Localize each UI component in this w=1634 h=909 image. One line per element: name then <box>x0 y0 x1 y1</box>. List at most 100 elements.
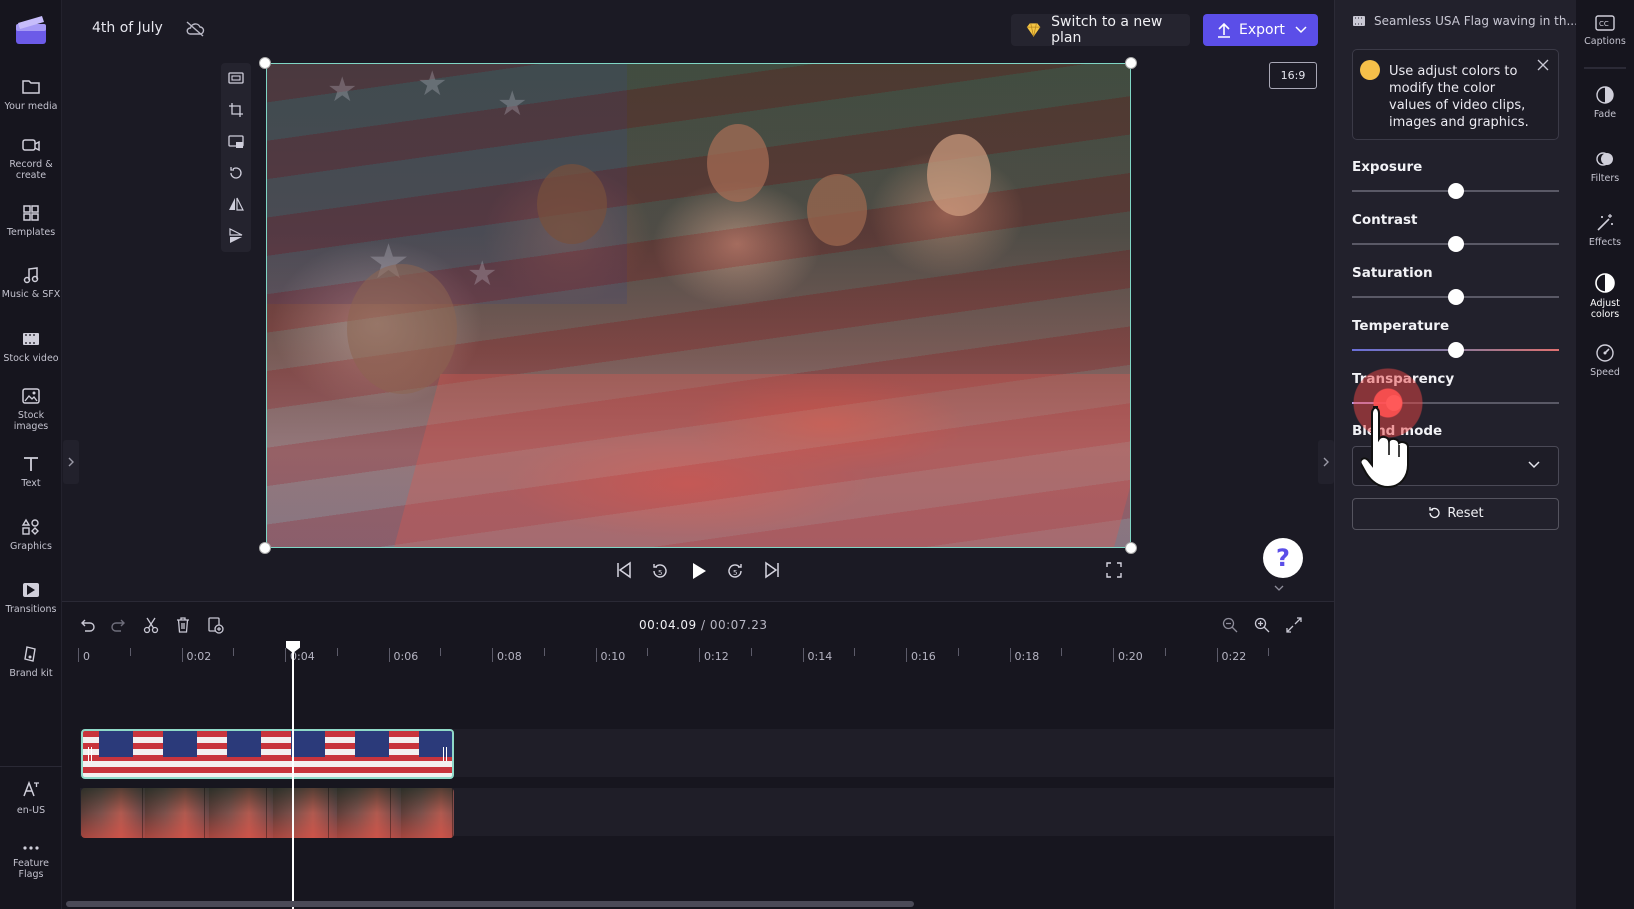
resize-handle-bottom-left[interactable] <box>259 542 271 554</box>
current-time: 00:04.09 <box>639 618 697 632</box>
skip-forward-icon[interactable] <box>763 561 781 579</box>
undo-icon[interactable] <box>78 616 96 634</box>
resize-handle-top-left[interactable] <box>259 57 271 69</box>
nav-language[interactable]: en-US <box>0 780 62 816</box>
aspect-ratio-button[interactable]: 16:9 <box>1269 62 1317 89</box>
play-icon[interactable] <box>689 561 709 581</box>
reset-button[interactable]: Reset <box>1352 498 1559 530</box>
clipchamp-editor: Your media Record & create Templates Mus… <box>0 0 1634 909</box>
timeline-scrollbar[interactable] <box>66 901 914 907</box>
film-icon <box>23 333 39 345</box>
rail-filters[interactable]: Filters <box>1576 149 1634 184</box>
rail-effects[interactable]: Effects <box>1576 213 1634 248</box>
timeline-ruler[interactable]: 0 0:02 0:04 0:06 0:08 0:10 0:12 0:14 0:16 0:18 0:2… <box>78 648 1334 668</box>
close-icon[interactable] <box>1537 59 1549 71</box>
nav-templates[interactable]: Templates <box>0 204 62 238</box>
resize-handle-top-right[interactable] <box>1125 57 1137 69</box>
fit-timeline-icon[interactable] <box>1285 616 1303 634</box>
slider-knob[interactable] <box>1447 183 1464 199</box>
cloud-offline-icon[interactable] <box>185 21 205 37</box>
clip-trim-handle-left[interactable] <box>88 747 92 761</box>
nav-brand-kit[interactable]: Brand kit <box>0 645 62 679</box>
video-preview[interactable]: ★ ★ ★ ★ ★ <box>266 63 1131 548</box>
folder-icon <box>22 80 40 94</box>
ruler-label: 0:20 <box>1118 650 1143 663</box>
nav-transitions[interactable]: Transitions <box>0 581 62 615</box>
chevron-down-icon[interactable] <box>1273 584 1285 592</box>
nav-graphics[interactable]: Graphics <box>0 518 62 552</box>
ruler-label: 0:14 <box>807 650 833 663</box>
nav-music-sfx[interactable]: Music & SFX <box>0 266 62 300</box>
resize-handle-bottom-right[interactable] <box>1125 542 1137 554</box>
zoom-out-icon[interactable] <box>1221 616 1239 634</box>
right-collapse-toggle[interactable] <box>1318 440 1334 484</box>
nav-text[interactable]: Text <box>0 455 62 489</box>
forward-5-icon[interactable]: 5 <box>725 561 745 581</box>
saturation-slider[interactable] <box>1352 289 1559 305</box>
flag-star: ★ <box>417 64 448 104</box>
rotate-icon[interactable] <box>228 165 244 181</box>
left-nav: Your media Record & create Templates Mus… <box>0 0 62 909</box>
rail-adjust-colors[interactable]: Adjust colors <box>1576 272 1634 320</box>
clip-name-header: Seamless USA Flag waving in th... <box>1352 14 1578 28</box>
ruler-minor-tick <box>1164 648 1166 656</box>
add-to-timeline-icon[interactable] <box>206 616 224 634</box>
slider-knob[interactable] <box>1447 342 1464 358</box>
rail-speed[interactable]: Speed <box>1576 343 1634 378</box>
exposure-slider[interactable] <box>1352 183 1559 199</box>
chevron-down-icon <box>1295 26 1307 34</box>
ruler-tick <box>699 648 700 662</box>
nav-feature-flags[interactable]: Feature Flags <box>0 843 62 880</box>
rail-fade[interactable]: Fade <box>1576 85 1634 120</box>
fullscreen-icon[interactable] <box>1105 561 1123 579</box>
export-button[interactable]: Export <box>1203 14 1318 46</box>
nav-record-create[interactable]: Record & create <box>0 136 62 181</box>
scissors-icon[interactable] <box>142 616 160 634</box>
properties-rail: CC Captions Fade Filters Effects Adjust … <box>1576 0 1634 909</box>
slider-knob[interactable] <box>1447 289 1464 305</box>
ruler-minor-tick <box>1268 648 1270 656</box>
table-surface <box>393 374 1130 547</box>
ruler-tick <box>906 648 907 662</box>
switch-plan-button[interactable]: Switch to a new plan <box>1011 14 1190 46</box>
temperature-slider[interactable] <box>1352 342 1559 358</box>
flip-vertical-icon[interactable] <box>228 228 244 244</box>
flip-horizontal-icon[interactable] <box>228 196 244 212</box>
rail-divider <box>1584 67 1626 69</box>
picture-in-picture-icon[interactable] <box>228 134 244 150</box>
redo-icon[interactable] <box>110 616 128 634</box>
contrast-slider[interactable] <box>1352 236 1559 252</box>
rail-captions[interactable]: CC Captions <box>1576 14 1634 47</box>
fade-icon <box>1596 86 1614 104</box>
crop-icon[interactable] <box>228 102 244 118</box>
playhead[interactable] <box>292 641 294 909</box>
tip-card: Use adjust colors to modify the color va… <box>1352 49 1559 140</box>
rail-label: Adjust colors <box>1590 298 1620 320</box>
help-button[interactable]: ? <box>1263 538 1303 578</box>
trash-icon[interactable] <box>174 616 192 634</box>
flag-star: ★ <box>497 84 528 124</box>
fit-icon[interactable] <box>228 70 244 86</box>
skip-back-icon[interactable] <box>615 561 633 579</box>
party-video-clip[interactable] <box>81 788 454 838</box>
project-title[interactable]: 4th of July <box>92 20 163 36</box>
nav-stock-images[interactable]: Stock images <box>0 387 62 432</box>
ruler-label: 0:22 <box>1221 650 1247 663</box>
rewind-5-icon[interactable]: 5 <box>650 561 670 581</box>
clipchamp-logo-icon[interactable] <box>14 14 48 46</box>
flag-clip[interactable] <box>81 729 454 779</box>
slider-knob[interactable] <box>1447 236 1464 252</box>
nav-your-media[interactable]: Your media <box>0 78 62 112</box>
nav-label: Feature Flags <box>13 858 49 880</box>
captions-icon: CC <box>1595 15 1615 31</box>
music-note-icon <box>23 267 39 284</box>
ruler-label: 0:10 <box>600 650 626 663</box>
ruler-tick <box>388 648 390 662</box>
switch-plan-label: Switch to a new plan <box>1051 14 1163 46</box>
ruler-tick <box>285 648 286 662</box>
nav-stock-video[interactable]: Stock video <box>0 330 62 364</box>
left-collapse-toggle[interactable] <box>63 440 79 484</box>
zoom-in-icon[interactable] <box>1253 616 1271 634</box>
ruler-label: 0:08 <box>497 650 522 663</box>
clip-trim-handle-right[interactable] <box>443 747 447 761</box>
